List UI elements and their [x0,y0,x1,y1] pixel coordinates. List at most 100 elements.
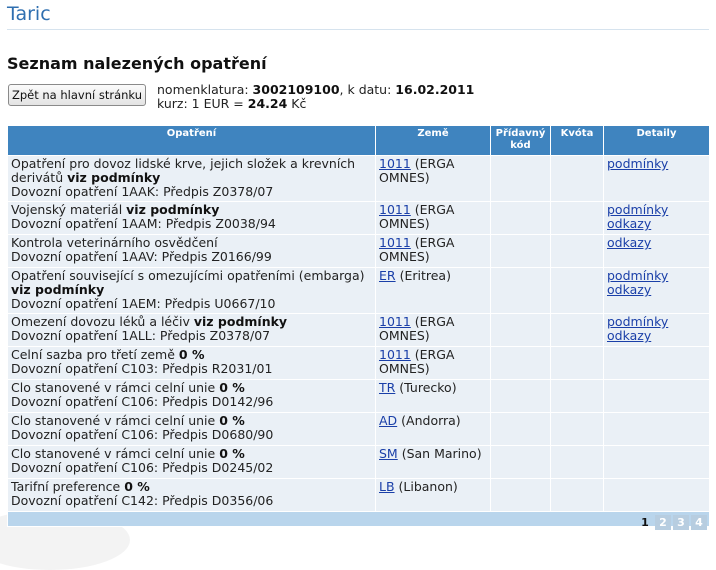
country-code-link[interactable]: 1011 [379,202,411,217]
measure-cell: Celní sazba pro třetí země 0 % Dovozní op… [7,346,376,380]
country-name: (Turecko) [395,380,457,395]
measure-strong: 0 % [124,479,150,494]
additional-code-cell [490,267,551,314]
country-code-link[interactable]: LB [379,479,395,494]
quota-cell [550,155,604,202]
date-value: 16.02.2011 [395,82,475,97]
details-cell [603,412,710,446]
measure-cell: Tarifní preference 0 % Dovozní opatření C… [7,478,376,512]
country-name: (Andorra) [397,413,461,428]
table-row: Omezení dovozu léků a léčiv viz podmínky… [7,313,710,347]
measure-text: Clo stanovené v rámci celní unie [11,380,216,395]
measure-text: Opatření související s omezujícími opatř… [11,268,365,283]
measure-subtext: Dovozní opatření 1AEM: Předpis U0667/10 [11,296,276,311]
country-cell: SM (San Marino) [375,445,491,479]
country-code-link[interactable]: 1011 [379,314,411,329]
pagination: 1234 [637,515,707,530]
measure-subtext: Dovozní opatření 1AAK: Předpis Z0378/07 [11,184,274,199]
country-cell: 1011 (ERGA OMNES) [375,201,491,235]
details-cell: odkazy [603,234,710,268]
table-row: Clo stanovené v rámci celní unie 0 % Dovo… [7,412,710,446]
measure-strong: 0 % [219,446,245,461]
country-code-link[interactable]: SM [379,446,398,461]
country-code-link[interactable]: AD [379,413,397,428]
header-additional-code: Přídavný kód [490,125,551,156]
measures-table: Opatření Země Přídavný kód Kvóta Detaily… [7,125,710,527]
measure-subtext: Dovozní opatření C103: Předpis R2031/01 [11,361,273,376]
exchange-rate-line: kurz: 1 EUR = 24.24 Kč [157,97,474,111]
measure-strong: 0 % [219,413,245,428]
country-cell: 1011 (ERGA OMNES) [375,155,491,202]
detail-link-references[interactable]: odkazy [607,328,651,343]
country-cell: 1011 (ERGA OMNES) [375,346,491,380]
measure-cell: Vojenský materiál viz podmínky Dovozní op… [7,201,376,235]
quota-cell [550,445,604,479]
detail-link-references[interactable]: odkazy [607,282,651,297]
rate-currency: Kč [287,96,307,111]
nomenclature-line: nomenklatura: 3002109100, k datu: 16.02.… [157,83,474,97]
measure-strong: viz podmínky [11,282,105,297]
detail-link-references[interactable]: odkazy [607,216,651,231]
country-name: (San Marino) [397,446,482,461]
additional-code-cell [490,346,551,380]
additional-code-cell [490,478,551,512]
measure-subtext: Dovozní opatření C106: Předpis D0142/96 [11,394,274,409]
measure-cell: Clo stanovené v rámci celní unie 0 % Dovo… [7,379,376,413]
app-title: Taric [7,3,51,25]
detail-link-conditions[interactable]: podmínky [607,268,668,283]
additional-code-cell [490,201,551,235]
table-footer-bar [7,511,710,527]
page-link[interactable]: 3 [673,515,689,530]
page-link[interactable]: 2 [655,515,671,530]
back-to-home-button[interactable]: Zpět na hlavní stránku [8,84,146,106]
quota-cell [550,201,604,235]
measure-text: Kontrola veterinárního osvědčení [11,235,218,250]
measure-text: Clo stanovené v rámci celní unie [11,413,216,428]
nomenclature-value: 3002109100 [252,82,340,97]
detail-link-conditions[interactable]: podmínky [607,202,668,217]
measure-subtext: Dovozní opatření 1AAV: Předpis Z0166/99 [11,249,272,264]
country-cell: AD (Andorra) [375,412,491,446]
details-cell [603,379,710,413]
details-cell [603,445,710,479]
page-link[interactable]: 4 [691,515,707,530]
measure-cell: Omezení dovozu léků a léčiv viz podmínky… [7,313,376,347]
country-cell: LB (Libanon) [375,478,491,512]
country-code-link[interactable]: 1011 [379,235,411,250]
measure-text: Celní sazba pro třetí země [11,347,175,362]
rate-label: kurz: 1 EUR = [157,96,248,111]
details-cell: podmínky odkazy [603,313,710,347]
country-code-link[interactable]: ER [379,268,396,283]
country-code-link[interactable]: 1011 [379,347,411,362]
country-name: (Eritrea) [395,268,451,283]
query-info: nomenklatura: 3002109100, k datu: 16.02.… [157,83,474,111]
measure-cell: Clo stanovené v rámci celní unie 0 % Dovo… [7,412,376,446]
measure-text: Tarifní preference [11,479,121,494]
detail-link-conditions[interactable]: podmínky [607,314,668,329]
country-code-link[interactable]: 1011 [379,156,411,171]
table-row: Kontrola veterinárního osvědčení Dovozní … [7,234,710,268]
country-cell: 1011 (ERGA OMNES) [375,313,491,347]
nomenclature-label: nomenklatura: [157,82,253,97]
quota-cell [550,379,604,413]
detail-link-conditions[interactable]: podmínky [607,156,668,171]
table-row: Celní sazba pro třetí země 0 % Dovozní op… [7,346,710,380]
measure-text: Vojenský materiál [11,202,123,217]
additional-code-cell [490,412,551,446]
measure-cell: Kontrola veterinárního osvědčení Dovozní … [7,234,376,268]
measure-strong: viz podmínky [126,202,220,217]
measure-subtext: Dovozní opatření C106: Předpis D0680/90 [11,427,274,442]
country-code-link[interactable]: TR [379,380,395,395]
table-row: Tarifní preference 0 % Dovozní opatření C… [7,478,710,512]
additional-code-cell [490,234,551,268]
details-cell: podmínky odkazy [603,201,710,235]
measure-cell: Opatření související s omezujícími opatř… [7,267,376,314]
header-details: Detaily [603,125,710,156]
measure-subtext: Dovozní opatření 1ALL: Předpis Z0378/07 [11,328,271,343]
additional-code-cell [490,155,551,202]
measure-strong: 0 % [178,347,205,362]
quota-cell [550,313,604,347]
page-current: 1 [641,516,649,529]
detail-link-references[interactable]: odkazy [607,235,651,250]
table-row: Opatření související s omezujícími opatř… [7,267,710,314]
